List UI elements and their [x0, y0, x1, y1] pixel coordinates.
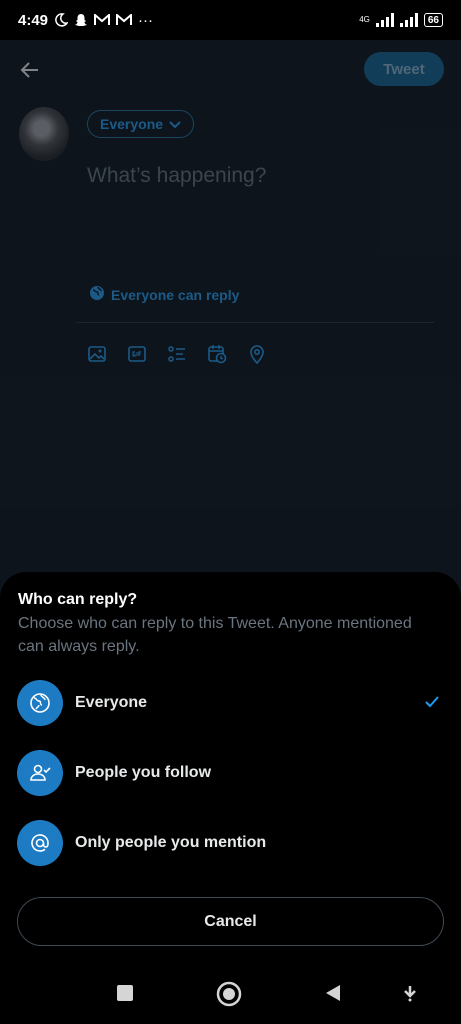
download-icon[interactable]	[401, 984, 419, 1007]
status-bar: 4:49 ··· 4G 66	[0, 0, 461, 40]
back-icon[interactable]	[324, 984, 342, 1007]
signal-icon	[375, 13, 394, 27]
option-people-you-follow[interactable]: People you follow	[17, 750, 447, 796]
status-time: 4:49	[18, 11, 49, 29]
sheet-description: Choose who can reply to this Tweet. Anyo…	[18, 615, 412, 655]
at-icon	[17, 820, 63, 866]
more-notifications-icon: ···	[138, 11, 154, 29]
option-everyone[interactable]: Everyone	[17, 680, 447, 726]
option-only-people-you-mention[interactable]: Only people you mention	[17, 820, 447, 866]
home-icon[interactable]	[216, 981, 242, 1012]
option-label: Everyone	[75, 694, 148, 711]
checkmark-icon	[423, 693, 441, 716]
recent-apps-icon[interactable]	[116, 984, 134, 1007]
cancel-button[interactable]: Cancel	[17, 897, 444, 946]
signal-icon	[399, 13, 418, 27]
battery-icon: 66	[423, 13, 443, 27]
network-type: 4G	[359, 15, 370, 24]
moon-icon	[54, 13, 69, 27]
gmail-icon	[94, 14, 111, 26]
option-label: Only people you mention	[75, 834, 267, 851]
option-label: People you follow	[75, 764, 212, 781]
gmail-icon	[116, 14, 133, 26]
reply-settings-sheet: Who can reply? Choose who can reply to t…	[0, 572, 461, 1024]
sheet-title: Who can reply?	[18, 591, 138, 608]
navigation-bar	[0, 968, 461, 1024]
people-follow-icon	[17, 750, 63, 796]
globe-icon	[17, 680, 63, 726]
snapchat-icon	[74, 13, 88, 27]
